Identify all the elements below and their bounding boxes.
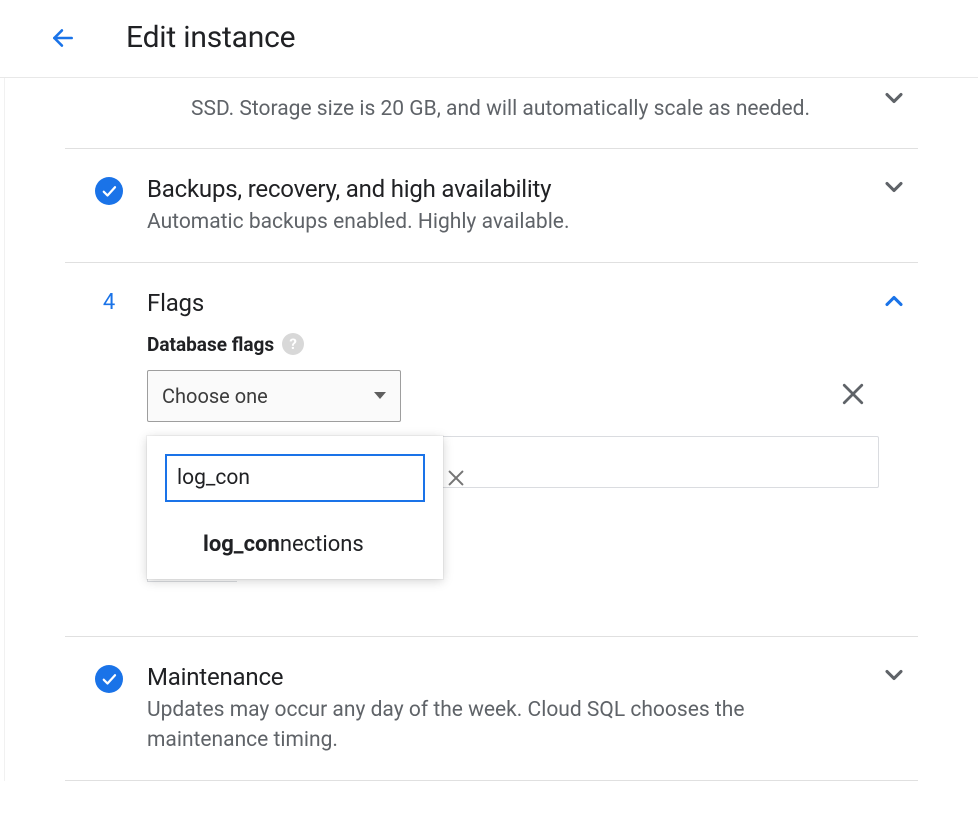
step-number: 4 — [95, 290, 123, 315]
backups-title: Backups, recovery, and high availability — [147, 175, 880, 203]
back-arrow-icon[interactable] — [50, 25, 76, 51]
flags-title: Flags — [147, 289, 880, 317]
maintenance-section[interactable]: Maintenance Updates may occur any day of… — [65, 637, 918, 781]
storage-section[interactable]: SSD. Storage size is 20 GB, and will aut… — [65, 78, 918, 149]
flags-section: 4 Flags Database flags ? Choose one — [65, 263, 918, 637]
flag-search-field[interactable] — [165, 454, 425, 502]
help-icon[interactable]: ? — [282, 333, 304, 355]
page-title: Edit instance — [126, 20, 295, 55]
caret-down-icon — [374, 392, 386, 399]
clear-search-icon[interactable] — [445, 467, 467, 489]
backups-section[interactable]: Backups, recovery, and high availability… — [65, 149, 918, 262]
storage-desc: SSD. Storage size is 20 GB, and will aut… — [191, 94, 880, 124]
backups-desc: Automatic backups enabled. Highly availa… — [147, 207, 867, 237]
flag-option-log-connections[interactable]: log_connections — [203, 532, 425, 557]
database-flags-label: Database flags — [147, 333, 274, 356]
remove-flag-button[interactable] — [838, 379, 868, 413]
flag-select-placeholder: Choose one — [162, 384, 374, 408]
flag-dropdown-popup: log_connections — [147, 436, 443, 579]
flag-search-input[interactable] — [177, 466, 445, 490]
flags-header[interactable]: 4 Flags Database flags ? Choose one — [65, 263, 918, 636]
chevron-up-icon[interactable] — [880, 287, 908, 319]
chevron-down-icon[interactable] — [880, 173, 908, 205]
check-icon — [95, 177, 123, 205]
chevron-down-icon[interactable] — [880, 84, 908, 116]
chevron-down-icon[interactable] — [880, 661, 908, 693]
page-header: Edit instance — [0, 0, 978, 79]
maintenance-title: Maintenance — [147, 663, 880, 691]
check-icon — [95, 665, 123, 693]
maintenance-desc: Updates may occur any day of the week. C… — [147, 695, 867, 756]
flag-select[interactable]: Choose one — [147, 370, 401, 422]
